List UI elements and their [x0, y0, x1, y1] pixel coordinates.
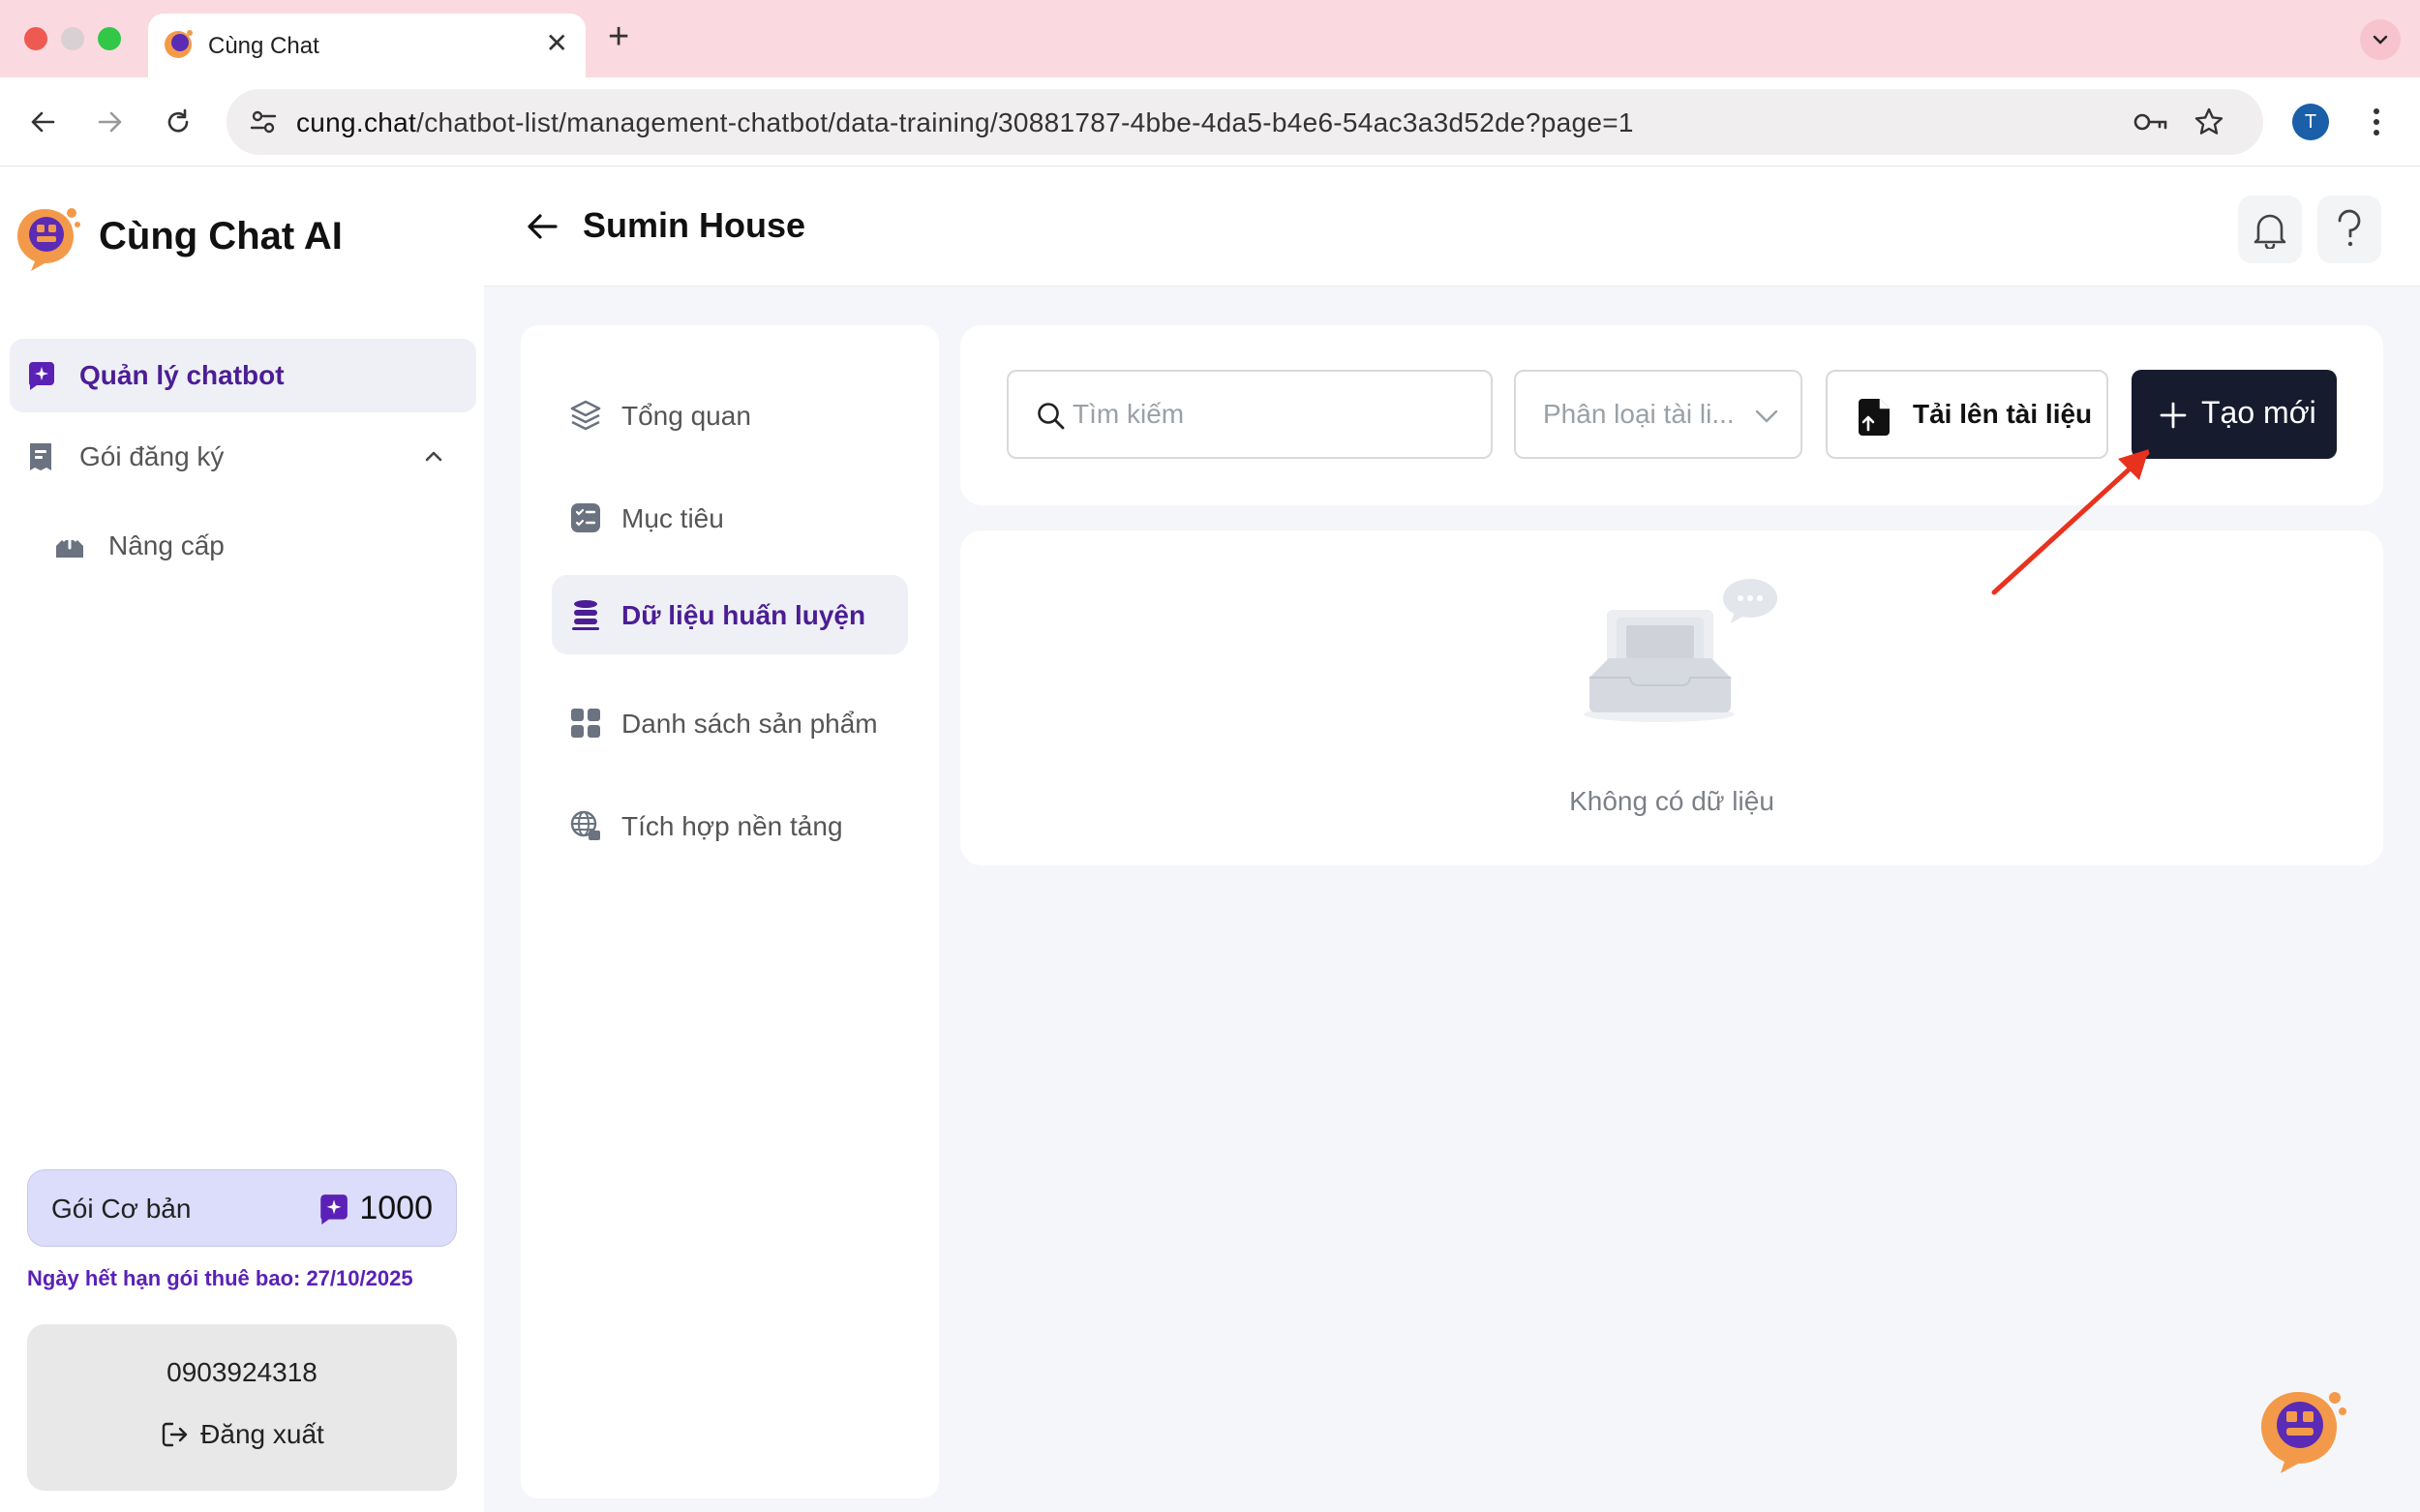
category-placeholder: Phân loại tài li... — [1543, 399, 1735, 429]
file-upload-icon — [1859, 399, 1890, 436]
chat-sparkle-icon — [29, 362, 54, 390]
search-icon — [1038, 403, 1065, 430]
tab-close-icon[interactable]: ✕ — [546, 29, 568, 58]
filter-bar: Phân loại tài li... Tải lên tài liệu Tạo… — [960, 325, 2383, 505]
app-sidebar: Cùng Chat AI Quản lý chatbot Gói đăng ký… — [0, 166, 484, 1512]
layers-icon — [570, 400, 601, 431]
create-new-button[interactable]: Tạo mới — [2132, 370, 2337, 459]
credit-value: 1000 — [359, 1190, 433, 1226]
account-phone: 0903924318 — [166, 1357, 318, 1387]
logout-label: Đăng xuất — [200, 1419, 324, 1449]
password-key-button[interactable] — [2132, 103, 2170, 141]
tab-label: Tích hợp nền tảng — [621, 811, 843, 841]
arrow-right-icon — [98, 111, 122, 133]
page-header: Sumin House — [484, 166, 2420, 287]
chevron-down-icon — [1755, 409, 1778, 423]
create-label: Tạo mới — [2201, 395, 2316, 430]
tab-label: Dữ liệu huấn luyện — [621, 600, 866, 630]
tab-label: Danh sách sản phẩm — [621, 709, 878, 739]
page-title: Sumin House — [583, 205, 806, 245]
star-icon — [2194, 107, 2223, 135]
plan-card[interactable]: Gói Cơ bản 1000 — [27, 1169, 457, 1247]
minimize-window-button[interactable] — [61, 27, 84, 50]
site-info-button[interactable] — [244, 103, 283, 141]
globe-icon — [570, 810, 600, 840]
help-icon — [2338, 209, 2361, 247]
tab-product-list[interactable]: Danh sách sản phẩm — [552, 683, 908, 763]
search-input[interactable] — [1073, 395, 1469, 434]
empty-inbox-icon — [1584, 579, 1777, 722]
address-bar[interactable]: cung.chat/chatbot-list/management-chatbo… — [227, 89, 2263, 155]
notifications-button[interactable] — [2238, 196, 2302, 263]
chat-sparkle-icon — [320, 1194, 348, 1225]
upload-label: Tải lên tài liệu — [1913, 399, 2093, 429]
sidebar-item-manage-chatbot[interactable]: Quản lý chatbot — [10, 339, 476, 412]
tab-overview[interactable]: Tổng quan — [552, 376, 908, 455]
zoom-window-button[interactable] — [98, 27, 121, 50]
help-button[interactable] — [2317, 196, 2381, 263]
reload-button[interactable] — [159, 103, 197, 141]
chatbot-submenu: Tổng quan Mục tiêu Dữ liệu huấn luyện Da… — [521, 325, 939, 1498]
chevron-down-icon — [2373, 35, 2388, 45]
account-card: 0903924318 Đăng xuất — [27, 1324, 457, 1491]
bell-icon — [2254, 214, 2286, 249]
close-window-button[interactable] — [24, 27, 47, 50]
more-vertical-icon — [2374, 108, 2379, 136]
bookmark-button[interactable] — [2190, 103, 2228, 141]
profile-avatar[interactable]: T — [2292, 104, 2329, 140]
logout-icon — [162, 1422, 188, 1447]
checklist-icon — [571, 503, 600, 532]
tab-title: Cùng Chat — [208, 33, 319, 59]
plan-name: Gói Cơ bản — [51, 1194, 192, 1224]
cung-chat-logo-icon — [17, 208, 80, 271]
tab-label: Mục tiêu — [621, 503, 724, 533]
tab-label: Tổng quan — [621, 401, 751, 431]
reload-icon — [167, 108, 189, 133]
sidebar-item-subscription[interactable]: Gói đăng ký — [10, 420, 476, 494]
document-category-select[interactable]: Phân loại tài li... — [1514, 370, 1802, 459]
tab-search-button[interactable] — [2360, 19, 2401, 60]
url-host: cung.chat — [296, 107, 417, 137]
arrow-left-icon — [31, 111, 55, 133]
inbox-upload-icon — [56, 532, 83, 558]
sidebar-item-label: Quản lý chatbot — [79, 360, 285, 390]
subscription-expiry: Ngày hết hạn gói thuê bao: 27/10/2025 — [27, 1266, 413, 1290]
browser-tab-bar: Cùng Chat ✕ + — [0, 0, 2420, 77]
sidebar-item-upgrade[interactable]: Nâng cấp — [39, 509, 476, 583]
chatbot-launcher-icon[interactable] — [2255, 1384, 2348, 1477]
credit-balance: 1000 — [317, 1190, 433, 1227]
new-tab-button[interactable]: + — [608, 15, 629, 58]
key-icon — [2133, 113, 2167, 131]
brand-name: Cùng Chat AI — [99, 215, 343, 257]
back-arrow-icon[interactable] — [523, 207, 561, 246]
empty-state-text: Không có dữ liệu — [1569, 786, 1774, 816]
search-field[interactable] — [1007, 370, 1493, 459]
browser-tab[interactable]: Cùng Chat ✕ — [148, 14, 586, 77]
chevron-up-icon — [425, 451, 442, 462]
forward-button[interactable] — [91, 103, 130, 141]
url-path: /chatbot-list/management-chatbot/data-tr… — [416, 107, 1634, 137]
tab-training-data[interactable]: Dữ liệu huấn luyện — [552, 575, 908, 654]
training-data-list: Không có dữ liệu — [960, 530, 2383, 865]
browser-toolbar: cung.chat/chatbot-list/management-chatbo… — [0, 77, 2420, 166]
sidebar-item-label: Gói đăng ký — [79, 441, 225, 471]
sidebar-item-label: Nâng cấp — [108, 530, 225, 560]
tab-goals[interactable]: Mục tiêu — [552, 478, 908, 558]
tune-icon — [250, 110, 277, 134]
upload-document-button[interactable]: Tải lên tài liệu — [1826, 370, 2108, 459]
logout-button[interactable]: Đăng xuất — [27, 1419, 457, 1450]
back-button[interactable] — [23, 103, 62, 141]
database-icon — [572, 600, 599, 630]
url-text[interactable]: cung.chat/chatbot-list/management-chatbo… — [296, 107, 1634, 138]
plus-icon — [2160, 402, 2187, 429]
receipt-icon — [30, 443, 51, 470]
tab-platform-integration[interactable]: Tích hợp nền tảng — [552, 786, 908, 865]
cung-chat-favicon-icon — [165, 30, 193, 58]
browser-menu-button[interactable] — [2362, 103, 2391, 141]
grid-icon — [571, 709, 600, 738]
